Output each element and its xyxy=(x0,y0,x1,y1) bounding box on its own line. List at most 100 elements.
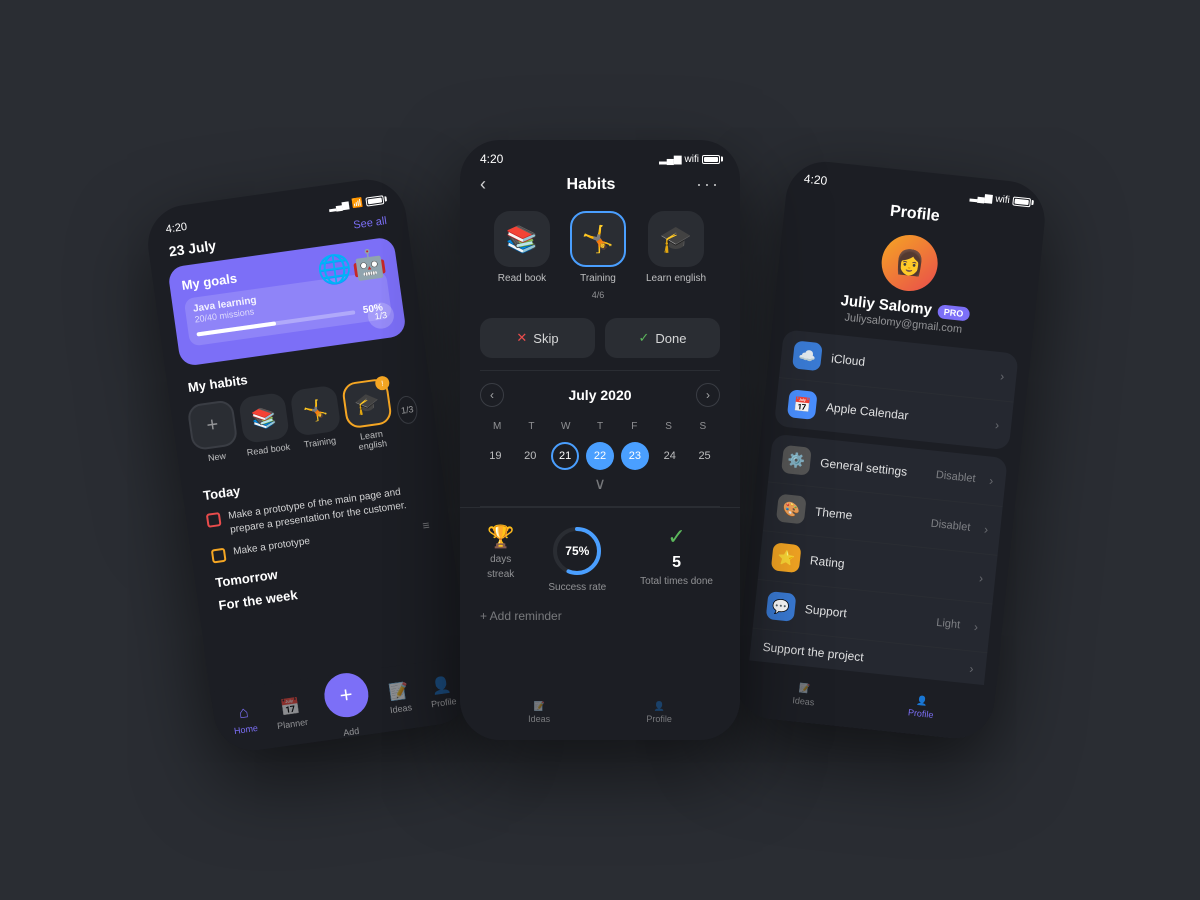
add-reminder-label: + Add reminder xyxy=(480,609,562,623)
phones-container: 4:20 ▂▄▆ 📶 23 July See all My goals � xyxy=(150,60,1050,840)
center-nav: ‹ Habits ··· xyxy=(460,170,740,203)
nav-ideas[interactable]: 📝 Ideas xyxy=(386,680,412,715)
see-all-button[interactable]: See all xyxy=(353,215,388,232)
cal-days-row: 19 20 21 22 23 24 25 xyxy=(480,442,720,470)
rating-icon: ⭐ xyxy=(771,542,802,573)
right-profile-label: Profile xyxy=(908,707,934,720)
stat-streak-sub: streak xyxy=(487,569,514,580)
cal-day-label-m: M xyxy=(480,417,514,436)
avatar-emoji: 👩 xyxy=(893,247,926,279)
habit-circle-training-sub: 4/6 xyxy=(592,290,605,300)
skip-label: Skip xyxy=(533,331,558,346)
right-wifi-icon: wifi xyxy=(995,193,1011,205)
icloud-label: iCloud xyxy=(831,351,992,382)
learn-english-icon: 🎓 xyxy=(353,389,381,417)
habit-circle-training-icon[interactable]: 🤸 xyxy=(570,211,626,267)
habit-circle-training[interactable]: 🤸 Training 4/6 xyxy=(570,211,626,300)
cal-title: July 2020 xyxy=(568,387,631,403)
habit-read-book-box[interactable]: 📚 xyxy=(238,392,290,444)
cal-day-25[interactable]: 25 xyxy=(691,442,719,470)
add-button[interactable]: + xyxy=(321,670,371,720)
cal-day-label-t1: T xyxy=(514,417,548,436)
habits-icons-row: 📚 Read book 🤸 Training 4/6 🎓 Learn engli… xyxy=(460,203,740,312)
nav-profile[interactable]: 👤 Profile xyxy=(427,674,457,709)
today-title: Today xyxy=(202,483,241,503)
cal-day-22[interactable]: 22 xyxy=(586,442,614,470)
back-button[interactable]: ‹ xyxy=(480,174,486,195)
nav-planner-label: Planner xyxy=(277,717,309,731)
cal-day-20[interactable]: 20 xyxy=(516,442,544,470)
support-label: Support xyxy=(804,602,927,629)
nav-home[interactable]: ⌂ Home xyxy=(231,703,259,736)
habit-read-book[interactable]: 📚 Read book xyxy=(238,392,293,468)
habit-learn-english-box[interactable]: 🎓 ! xyxy=(341,377,393,429)
cal-day-19[interactable]: 19 xyxy=(481,442,509,470)
ideas-nav-label: Ideas xyxy=(528,714,550,724)
cal-day-label-s1: S xyxy=(651,417,685,436)
profile-icon: 👤 xyxy=(430,675,453,698)
habit-circle-learn-english-icon[interactable]: 🎓 xyxy=(648,211,704,267)
icloud-chevron: › xyxy=(1000,369,1005,383)
task-1-checkbox[interactable] xyxy=(206,512,222,528)
plus-icon: + xyxy=(205,413,220,437)
habit-circle-learn-english[interactable]: 🎓 Learn english xyxy=(646,211,706,300)
habits-count: 1/3 xyxy=(395,395,419,426)
profile-nav-icon: 👤 xyxy=(654,701,665,712)
cal-day-24[interactable]: 24 xyxy=(656,442,684,470)
center-time: 4:20 xyxy=(480,152,503,166)
right-screen: 4:20 ▂▄▆ wifi Profile 👩 Juliy xyxy=(731,158,1048,742)
x-icon: ✕ xyxy=(516,330,527,346)
habit-learn-english[interactable]: 🎓 ! Learn english xyxy=(341,377,396,453)
logout-button[interactable]: Log out xyxy=(737,740,975,742)
center-nav-ideas[interactable]: 📝 Ideas xyxy=(528,701,550,724)
nav-planner[interactable]: 📅 Planner xyxy=(273,695,308,731)
center-battery-icon xyxy=(702,155,720,164)
theme-chevron: › xyxy=(983,522,988,536)
wifi-icon: ▂▄▆ xyxy=(328,199,350,213)
theme-value: Disablet xyxy=(930,518,971,534)
battery-icon xyxy=(365,195,384,206)
right-ideas-icon: 📝 xyxy=(799,682,811,694)
cal-day-label-s2: S xyxy=(686,417,720,436)
right-time: 4:20 xyxy=(803,172,828,188)
right-battery-icon xyxy=(1012,196,1031,207)
cal-day-21[interactable]: 21 xyxy=(551,442,579,470)
total-times-value: 5 xyxy=(672,554,681,572)
habit-circle-training-label: Training xyxy=(580,273,616,284)
center-signal-icons: ▂▄▆ wifi xyxy=(659,154,720,165)
habit-new-box[interactable]: + xyxy=(187,399,239,451)
done-button[interactable]: ✓ Done xyxy=(605,318,720,358)
center-signal-icon: ▂▄▆ xyxy=(659,154,681,165)
theme-icon: 🎨 xyxy=(776,494,807,525)
cal-prev-button[interactable]: ‹ xyxy=(480,383,504,407)
left-time: 4:20 xyxy=(165,221,188,236)
support-chevron: › xyxy=(973,620,978,634)
right-signal-icons: ▂▄▆ wifi xyxy=(969,191,1031,208)
add-reminder-button[interactable]: + Add reminder xyxy=(460,601,740,631)
more-options-button[interactable]: ··· xyxy=(696,174,720,195)
center-nav-profile[interactable]: 👤 Profile xyxy=(646,701,672,724)
general-settings-value: Disablet xyxy=(935,469,976,485)
nav-ideas-label: Ideas xyxy=(389,702,412,715)
cal-more[interactable]: ∨ xyxy=(480,474,720,494)
skip-button[interactable]: ✕ Skip xyxy=(480,318,595,358)
pro-badge: PRO xyxy=(937,304,970,321)
habit-training-box[interactable]: 🤸 xyxy=(290,385,342,437)
right-nav-profile[interactable]: 👤 Profile xyxy=(908,694,936,720)
general-settings-label: General settings xyxy=(820,456,927,481)
stat-streak-label: days xyxy=(490,554,511,565)
cal-next-button[interactable]: › xyxy=(696,383,720,407)
right-nav-ideas[interactable]: 📝 Ideas xyxy=(792,682,816,707)
nav-add[interactable]: + Add xyxy=(321,670,373,740)
habit-new-label: New xyxy=(207,451,226,463)
task-2-checkbox[interactable] xyxy=(211,548,227,564)
habit-new[interactable]: + New xyxy=(187,399,242,475)
habit-circle-read-book-icon[interactable]: 📚 xyxy=(494,211,550,267)
theme-label: Theme xyxy=(814,505,921,530)
cal-day-23[interactable]: 23 xyxy=(621,442,649,470)
habit-training[interactable]: 🤸 Training xyxy=(290,385,345,461)
cal-day-label-t2: T xyxy=(583,417,617,436)
check-icon: ✓ xyxy=(639,330,650,346)
signal-icon: 📶 xyxy=(351,197,364,209)
habit-circle-read-book[interactable]: 📚 Read book xyxy=(494,211,550,300)
